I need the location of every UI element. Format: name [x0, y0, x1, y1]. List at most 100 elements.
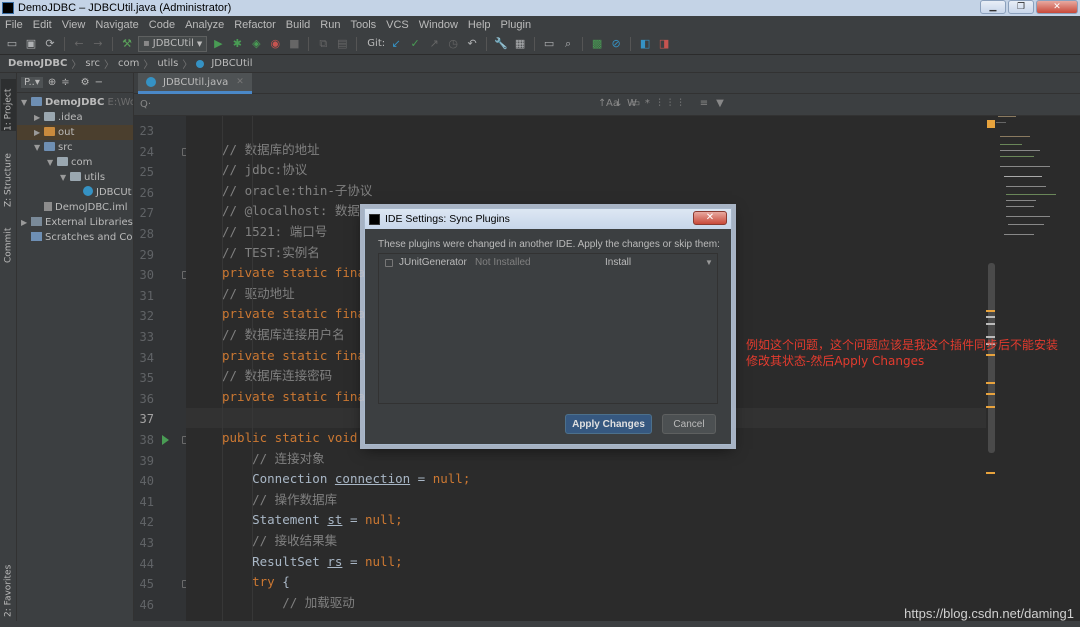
search-icon[interactable]: Q· — [140, 99, 151, 110]
search-input[interactable] — [151, 97, 451, 113]
locate-icon[interactable]: ⊕ — [48, 77, 56, 88]
collapse-arrow-icon[interactable]: ▶ — [21, 215, 31, 230]
error-stripe-marker[interactable] — [986, 382, 995, 384]
menu-refactor[interactable]: Refactor — [229, 19, 281, 31]
hide-icon[interactable]: − — [95, 77, 103, 88]
collapse-arrow-icon[interactable]: ▶ — [34, 110, 44, 125]
menu-file[interactable]: File — [0, 19, 28, 31]
sdk-icon[interactable]: ▤ — [334, 36, 350, 52]
tab-favorites[interactable]: 2: Favorites — [1, 551, 16, 617]
close-window-button[interactable]: ✕ — [1036, 0, 1078, 14]
translate-icon[interactable]: ◧ — [637, 36, 653, 52]
coverage-icon[interactable]: ◈ — [248, 36, 264, 52]
menu-navigate[interactable]: Navigate — [90, 19, 143, 31]
settings-wrench-icon[interactable]: 🔧 — [493, 36, 509, 52]
minimize-button[interactable]: ▁ — [980, 0, 1006, 14]
debug-icon[interactable]: ✱ — [229, 36, 245, 52]
project-structure-icon[interactable]: ⧉ — [315, 36, 331, 52]
tree-item-idea[interactable]: ▶ .idea — [17, 110, 133, 125]
project-structure-icon[interactable]: ▦ — [512, 36, 528, 52]
plugin-action-select[interactable]: Install — [605, 257, 705, 268]
presentation-icon[interactable]: ▭ — [541, 36, 557, 52]
plugin-checkbox[interactable] — [385, 258, 393, 267]
stop-icon[interactable]: ■ — [286, 36, 302, 52]
office-icon[interactable]: ◨ — [656, 36, 672, 52]
sync-icon[interactable]: ⟳ — [42, 36, 58, 52]
build-hammer-icon[interactable]: ⚒ — [119, 36, 135, 52]
menu-help[interactable]: Help — [463, 19, 496, 31]
tab-commit[interactable]: Commit — [1, 217, 16, 263]
tree-item-out[interactable]: ▶ out — [17, 125, 133, 140]
no-entry-icon[interactable]: ⊘ — [608, 36, 624, 52]
next-occurrence-icon[interactable]: ↓ — [614, 98, 622, 109]
git-push-icon[interactable]: ↗ — [426, 36, 442, 52]
back-icon[interactable]: ← — [71, 36, 87, 52]
error-stripe-marker[interactable] — [986, 316, 995, 318]
menu-code[interactable]: Code — [144, 19, 180, 31]
open-folder-icon[interactable]: ▭ — [4, 36, 20, 52]
save-icon[interactable]: ▣ — [23, 36, 39, 52]
error-stripe-marker[interactable] — [986, 472, 995, 474]
git-history-icon[interactable]: ◷ — [445, 36, 461, 52]
expand-arrow-icon[interactable]: ▼ — [34, 140, 44, 155]
error-stripe-marker[interactable] — [986, 310, 995, 312]
tree-item-src[interactable]: ▼ src — [17, 140, 133, 155]
previous-occurrence-icon[interactable]: ↑ — [598, 98, 606, 109]
expand-arrow-icon[interactable]: ▼ — [60, 170, 70, 185]
dialog-close-button[interactable]: ✕ — [693, 211, 727, 225]
run-gutter-icon[interactable] — [162, 435, 169, 445]
breadcrumb-project[interactable]: DemoJDBC — [8, 58, 67, 69]
error-stripe-marker[interactable] — [986, 323, 995, 325]
menu-tools[interactable]: Tools — [345, 19, 381, 31]
tree-item-utils[interactable]: ▼ utils — [17, 170, 133, 185]
breadcrumb-com[interactable]: com — [118, 58, 139, 69]
menu-vcs[interactable]: VCS — [381, 19, 414, 31]
tab-structure[interactable]: Z: Structure — [1, 143, 16, 207]
select-all-occurrences-icon[interactable]: ⫶ — [679, 98, 682, 109]
project-view-select[interactable]: P..▾ — [21, 77, 43, 88]
collapse-icon[interactable]: ≑ — [61, 77, 69, 88]
select-all-icon[interactable]: ▭ — [631, 98, 640, 109]
collapse-arrow-icon[interactable]: ▶ — [34, 125, 44, 140]
chevron-down-icon[interactable]: ▼ — [705, 258, 713, 267]
menu-edit[interactable]: Edit — [28, 19, 57, 31]
profile-icon[interactable]: ◉ — [267, 36, 283, 52]
error-stripe-marker[interactable] — [986, 393, 995, 395]
tree-item-external-libraries[interactable]: ▶ External Libraries — [17, 215, 133, 230]
inspection-status-icon[interactable] — [987, 120, 995, 128]
editor-tab-jdbcutil[interactable]: JDBCUtil.java ✕ — [138, 73, 252, 94]
tree-item-demojdbc[interactable]: ▼ DemoJDBC E:\Wor — [17, 95, 133, 110]
git-rollback-icon[interactable]: ↶ — [464, 36, 480, 52]
plugin-row[interactable]: JUnitGenerator Not Installed Install ▼ — [379, 254, 717, 271]
cancel-button[interactable]: Cancel — [662, 414, 716, 434]
tree-item-com[interactable]: ▼ com — [17, 155, 133, 170]
tree-item-demojdbc-iml[interactable]: DemoJDBC.iml — [17, 200, 133, 215]
add-selection-icon[interactable]: ⫶ — [658, 98, 661, 109]
tab-project[interactable]: 1: Project — [1, 79, 16, 131]
menu-analyze[interactable]: Analyze — [180, 19, 229, 31]
expand-arrow-icon[interactable]: ▼ — [47, 155, 57, 170]
tree-item-jdbcut[interactable]: JDBCUt — [17, 185, 133, 200]
error-stripe-marker[interactable] — [986, 406, 995, 408]
breadcrumb-src[interactable]: src — [85, 58, 100, 69]
run-configuration-select[interactable]: ▪ JDBCUtil ▼ — [138, 35, 208, 52]
forward-icon[interactable]: → — [90, 36, 106, 52]
search-icon[interactable]: ⌕ — [560, 36, 576, 52]
plugin-green-icon[interactable]: ▩ — [589, 36, 605, 52]
tree-item-scratches-and-cons[interactable]: Scratches and Cons — [17, 230, 133, 245]
breadcrumb-utils[interactable]: utils — [157, 58, 178, 69]
menu-plugin[interactable]: Plugin — [496, 19, 537, 31]
run-icon[interactable]: ▶ — [210, 36, 226, 52]
close-tab-icon[interactable]: ✕ — [236, 77, 244, 87]
git-update-icon[interactable]: ↙ — [388, 36, 404, 52]
filter-icon[interactable]: ▼ — [716, 98, 724, 109]
maximize-button[interactable]: ❐ — [1008, 0, 1034, 14]
menu-view[interactable]: View — [57, 19, 91, 31]
apply-changes-button[interactable]: Apply Changes — [565, 414, 652, 434]
menu-window[interactable]: Window — [414, 19, 463, 31]
git-commit-icon[interactable]: ✓ — [407, 36, 423, 52]
gear-icon[interactable]: ⚙ — [81, 77, 90, 88]
breadcrumb-file[interactable]: JDBCUtil — [211, 58, 252, 69]
expand-arrow-icon[interactable]: ▼ — [21, 95, 31, 110]
menu-run[interactable]: Run — [315, 19, 345, 31]
